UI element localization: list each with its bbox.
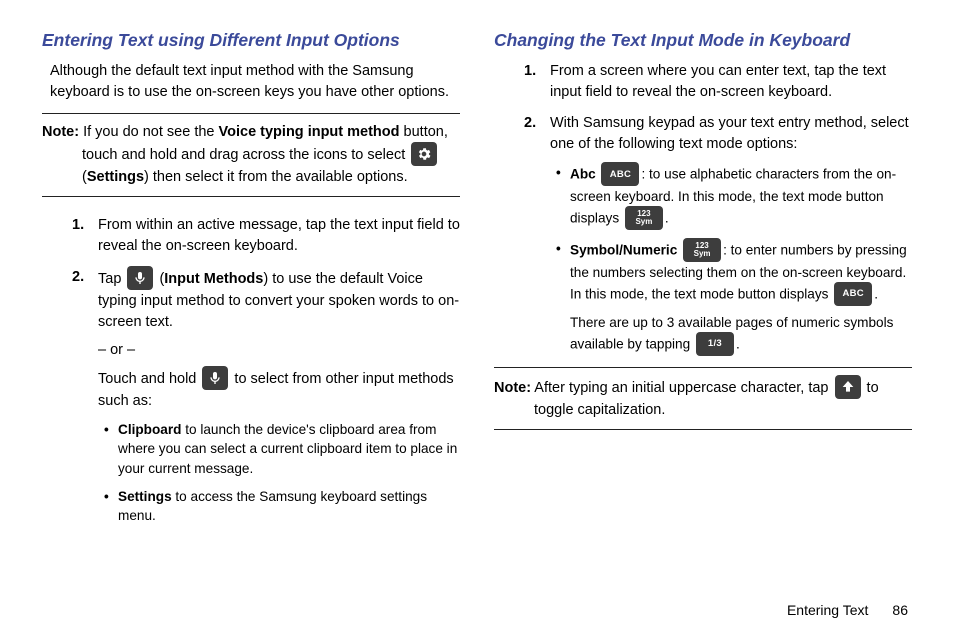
step-item: 1. From within an active message, tap th… [72,215,460,257]
note-block-left: Note: If you do not see the Voice typing… [42,113,460,197]
bullet-bold: Settings [118,489,172,504]
step-text: From within an active message, tap the t… [98,217,460,254]
bullet-list: Abc ABC: to use alphabetic characters fr… [550,163,912,356]
note-label: Note: [42,124,79,140]
bullet-item: Clipboard to launch the device's clipboa… [98,420,460,479]
section-title-left: Entering Text using Different Input Opti… [42,28,460,53]
note-bold: Voice typing input method [219,124,400,140]
bullet-text: . [665,211,669,226]
microphone-icon [202,366,228,390]
or-divider: – or – [98,340,460,361]
intro-text: Although the default text input method w… [42,61,460,103]
bullet-bold: Abc [570,167,596,182]
left-column: Entering Text using Different Input Opti… [42,28,460,536]
footer-page-number: 86 [892,600,908,620]
note-text: After typing an initial uppercase charac… [534,379,832,395]
microphone-icon [127,266,153,290]
footer-section: Entering Text [787,600,868,620]
sym-mode-icon: 123Sym [683,238,721,262]
bullet-text: . [874,286,878,301]
steps-list-left: 1. From within an active message, tap th… [42,215,460,526]
gear-icon [411,142,437,166]
note-label: Note: [494,379,531,395]
step-item: 2. With Samsung keypad as your text entr… [524,113,912,356]
note-bold: Settings [87,169,144,185]
right-column: Changing the Text Input Mode in Keyboard… [494,28,912,536]
page-footer: Entering Text 86 [787,600,908,620]
note-text: ) then select it from the available opti… [144,169,408,185]
bullet-item: Abc ABC: to use alphabetic characters fr… [550,163,912,231]
shift-up-icon [835,375,861,399]
section-title-right: Changing the Text Input Mode in Keyboard [494,28,912,53]
step-text: ( [155,271,164,287]
bullet-bold: Clipboard [118,422,181,437]
step-text: With Samsung keypad as your text entry m… [550,115,909,152]
step-text: Touch and hold [98,370,200,386]
step-number: 2. [524,113,536,134]
step-number: 2. [72,267,84,288]
bullet-list: Clipboard to launch the device's clipboa… [98,420,460,527]
bullet-item: Settings to access the Samsung keyboard … [98,487,460,526]
step-number: 1. [524,61,536,82]
bullet-extra: There are up to 3 available pages of num… [570,313,912,357]
abc-mode-icon: ABC [834,282,872,306]
abc-mode-icon: ABC [601,162,639,186]
bullet-item: Symbol/Numeric 123Sym: to enter numbers … [550,239,912,356]
step-item: 2. Tap (Input Methods) to use the defaul… [72,267,460,526]
note-block-right: Note: After typing an initial uppercase … [494,367,912,430]
step-text: From a screen where you can enter text, … [550,63,886,100]
steps-list-right: 1. From a screen where you can enter tex… [494,61,912,356]
step-number: 1. [72,215,84,236]
step-text: Tap [98,271,125,287]
step-alt: Touch and hold to select from other inpu… [98,367,460,412]
sym-mode-icon: 123Sym [625,206,663,230]
page-indicator-icon: 1/3 [696,332,734,356]
bullet-text: . [736,336,740,351]
step-bold: Input Methods [164,271,263,287]
bullet-bold: Symbol/Numeric [570,243,677,258]
step-item: 1. From a screen where you can enter tex… [524,61,912,103]
note-text: If you do not see the [83,124,218,140]
